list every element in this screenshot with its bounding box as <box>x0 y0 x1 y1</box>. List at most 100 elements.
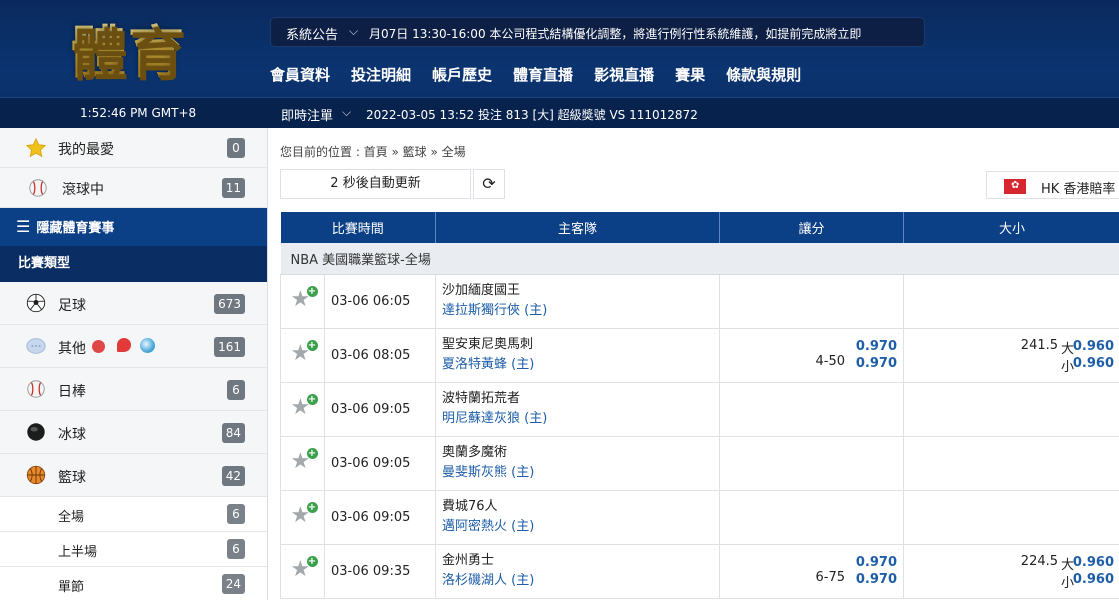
column-header-time: 比賽時間 <box>280 212 437 243</box>
over-under-cell: 224.5 大小 0.960 0.960 <box>903 543 1119 599</box>
add-favorite-button[interactable]: ★ + <box>291 286 318 311</box>
sidebar-subitem-first-half[interactable]: 上半場 6 <box>0 532 267 567</box>
favorite-cell: ★ + <box>280 273 325 329</box>
count-badge: 6 <box>227 380 245 400</box>
handicap-cell <box>719 381 905 437</box>
match-time: 03-06 09:05 <box>323 381 437 437</box>
table-header-row: 比賽時間 主客隊 讓分 大小 <box>280 212 1119 243</box>
sidebar-item-soccer[interactable]: 足球 673 <box>0 282 267 325</box>
nav-member-info[interactable]: 會員資料 <box>270 64 330 85</box>
count-badge: 673 <box>214 294 245 314</box>
clock: 1:52:46 PM GMT+8 <box>80 106 197 120</box>
sidebar-item-npb[interactable]: 日棒 6 <box>0 368 267 411</box>
basketball-icon <box>26 465 46 485</box>
announcement-text: 月07日 13:30-16:00 本公司程式結構優化調整，將進行例行性系統維護，… <box>369 27 862 41</box>
handicap-odds-away[interactable]: 0.970 <box>856 356 897 371</box>
over-under-cell <box>903 435 1119 491</box>
nav-bet-details[interactable]: 投注明細 <box>351 64 411 85</box>
sidebar-item-basketball[interactable]: 籃球 42 <box>0 454 267 497</box>
menu-icon: ☰ <box>16 217 31 236</box>
sport-types-heading: 比賽類型 <box>0 246 267 282</box>
column-header-handicap: 讓分 <box>719 212 905 243</box>
odds-table: 比賽時間 主客隊 讓分 大小 NBA 美國職業籃球-全場 ★ +03-06 06:… <box>280 212 1119 599</box>
sidebar-subitem-label: 上半場 <box>58 545 98 560</box>
over-odds[interactable]: 0.960 <box>1073 555 1114 570</box>
other-sports-icon <box>26 338 46 354</box>
add-favorite-button[interactable]: ★ + <box>291 502 318 527</box>
volleyball-icon <box>140 338 155 353</box>
chevron-down-icon[interactable]: ⌵ <box>349 24 358 39</box>
sidebar: 我的最愛 0 滾球中 11 ☰ 隱藏體育賽事 比賽類型 足球 673 其他 161 <box>0 128 268 600</box>
over-under-cell <box>903 273 1119 329</box>
teams-cell: 波特蘭拓荒者 明尼蘇達灰狼 (主) <box>435 381 721 437</box>
main-nav: 會員資料 投注明細 帳戶歷史 體育直播 影視直播 賽果 條款與規則 <box>270 64 822 85</box>
under-odds[interactable]: 0.960 <box>1073 572 1114 587</box>
add-favorite-button[interactable]: ★ + <box>291 556 318 581</box>
sidebar-subitem-full-game[interactable]: 全場 6 <box>0 497 267 532</box>
sidebar-subitem-quarter[interactable]: 單節 24 <box>0 567 267 600</box>
hide-sports-label: 隱藏體育賽事 <box>36 221 115 236</box>
nav-sports-live[interactable]: 體育直播 <box>513 64 573 85</box>
under-odds[interactable]: 0.960 <box>1073 356 1114 371</box>
breadcrumb: 您目前的位置 : 首頁 » 籃球 » 全場 <box>280 145 466 159</box>
refresh-button[interactable]: ⟳ <box>473 169 505 199</box>
table-row: ★ +03-06 06:05 沙加緬度國王 達拉斯獨行俠 (主) <box>280 273 1119 329</box>
baseball-icon <box>29 179 47 197</box>
table-row: ★ +03-06 08:05 聖安東尼奧馬刺 夏洛特黃蜂 (主) 4-50 0.970 0.… <box>280 327 1119 383</box>
table-row: ★ +03-06 09:05 費城76人 邁阿密熱火 (主) <box>280 489 1119 545</box>
nav-account-history[interactable]: 帳戶歷史 <box>432 64 492 85</box>
announcement-bar[interactable]: 系統公告 ⌵ 月07日 13:30-16:00 本公司程式結構優化調整，將進行例… <box>270 17 925 47</box>
home-team: 奧蘭多魔術 <box>442 445 508 460</box>
sidebar-item-ice-hockey[interactable]: 冰球 84 <box>0 411 267 454</box>
handicap-line: 4-50 <box>815 353 846 369</box>
away-team: 曼斐斯灰熊 (主) <box>442 465 535 480</box>
announcement-label: 系統公告 <box>286 28 339 43</box>
sidebar-item-label: 滾球中 <box>62 182 104 198</box>
home-team: 波特蘭拓荒者 <box>442 391 521 406</box>
hong-kong-flag-icon: ✿ <box>1004 179 1026 194</box>
favorite-cell: ★ + <box>280 489 325 545</box>
sidebar-item-inplay[interactable]: 滾球中 11 <box>0 168 267 208</box>
hide-sports-toggle[interactable]: ☰ 隱藏體育賽事 <box>0 208 267 246</box>
sidebar-item-label: 我的最愛 <box>58 142 114 158</box>
sidebar-item-label: 其他 <box>58 341 86 357</box>
sidebar-item-label: 籃球 <box>58 470 86 486</box>
away-team: 達拉斯獨行俠 (主) <box>442 303 548 318</box>
nav-video-live[interactable]: 影視直播 <box>594 64 654 85</box>
nav-terms[interactable]: 條款與規則 <box>726 64 801 85</box>
count-badge: 24 <box>221 574 245 594</box>
sidebar-item-other[interactable]: 其他 161 <box>0 325 267 368</box>
home-team: 金州勇士 <box>442 553 495 568</box>
add-favorite-button[interactable]: ★ + <box>291 394 318 419</box>
league-name: NBA 美國職業籃球-全場 <box>280 243 1119 275</box>
sidebar-subitem-label: 全場 <box>58 510 85 525</box>
match-time: 03-06 09:05 <box>323 489 437 545</box>
handicap-odds-away[interactable]: 0.970 <box>856 572 897 587</box>
chevron-down-icon[interactable]: ⌵ <box>342 105 351 120</box>
away-team: 夏洛特黃蜂 (主) <box>442 357 535 372</box>
teams-cell: 金州勇士 洛杉磯湖人 (主) <box>435 543 721 599</box>
add-favorite-button[interactable]: ★ + <box>291 448 318 473</box>
home-team: 聖安東尼奧馬刺 <box>442 337 534 352</box>
handicap-cell: 4-50 0.970 0.970 <box>719 327 905 383</box>
over-odds[interactable]: 0.960 <box>1073 339 1114 354</box>
sidebar-item-label: 足球 <box>58 298 86 314</box>
match-time: 03-06 09:05 <box>323 435 437 491</box>
add-favorite-button[interactable]: ★ + <box>291 340 318 365</box>
count-badge: 6 <box>227 504 245 524</box>
sidebar-item-favorites[interactable]: 我的最愛 0 <box>0 128 267 168</box>
count-badge: 0 <box>227 138 245 158</box>
handicap-odds-home[interactable]: 0.970 <box>856 555 897 570</box>
star-icon <box>25 137 47 158</box>
count-badge: 161 <box>214 337 245 357</box>
baseball-icon <box>27 380 45 398</box>
home-team: 費城76人 <box>442 499 498 514</box>
table-row: ★ +03-06 09:05 奧蘭多魔術曼斐斯灰熊 (主) <box>280 435 1119 491</box>
handicap-odds-home[interactable]: 0.970 <box>856 339 897 354</box>
favorite-cell: ★ + <box>280 327 325 383</box>
sidebar-item-label: 日棒 <box>58 384 86 400</box>
odds-region-selector[interactable]: ✿ HK 香港賠率 <box>986 171 1119 199</box>
plus-icon: + <box>306 394 318 405</box>
nav-results[interactable]: 賽果 <box>675 64 705 85</box>
plus-icon: + <box>306 448 318 459</box>
